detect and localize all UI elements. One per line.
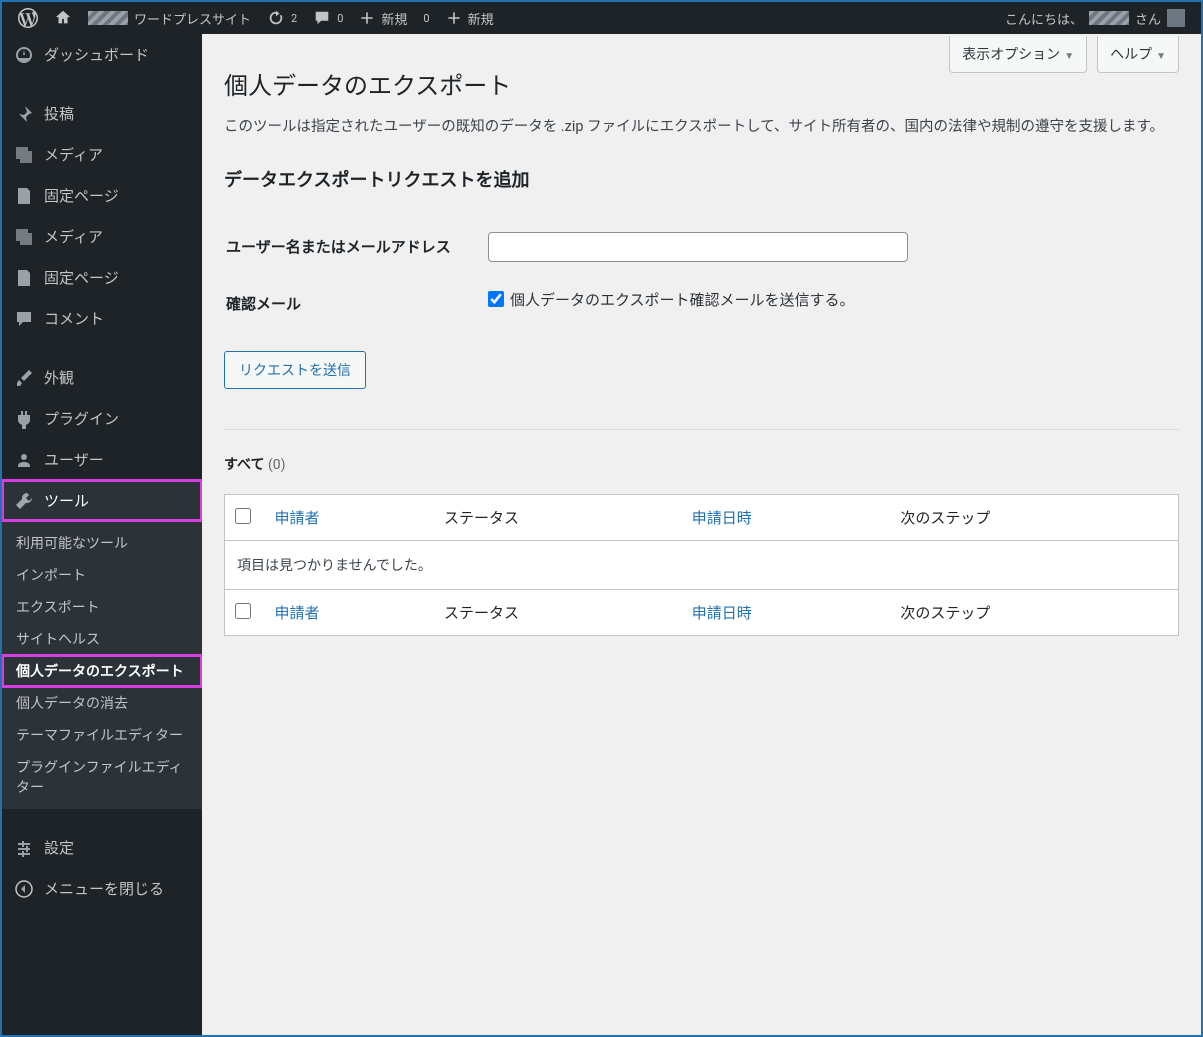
sub-site-health[interactable]: サイトヘルス (2, 623, 202, 655)
screen-options-button[interactable]: 表示オプション▼ (949, 36, 1087, 73)
col-date[interactable]: 申請日時 (682, 495, 891, 541)
comment-icon (14, 309, 34, 329)
sidebar-dashboard[interactable]: ダッシュボード (2, 34, 202, 75)
col-requester[interactable]: 申請者 (265, 495, 435, 541)
site-icon-placeholder (88, 11, 128, 25)
username-email-input[interactable] (488, 232, 908, 262)
sub-plugin-editor[interactable]: プラグインファイルエディター (2, 751, 202, 803)
requests-table: 申請者 ステータス 申請日時 次のステップ 項目は見つかりませんでした。 申請者… (224, 494, 1179, 636)
empty-row: 項目は見つかりませんでした。 (225, 541, 1179, 590)
sub-export[interactable]: エクスポート (2, 591, 202, 623)
col-requester-foot[interactable]: 申請者 (265, 590, 435, 636)
sub-export-personal-data[interactable]: 個人データのエクスポート (2, 655, 202, 687)
caret-down-icon: ▼ (1064, 51, 1074, 62)
col-next-step: 次のステップ (890, 495, 1178, 541)
avatar (1167, 9, 1185, 27)
collapse-icon (14, 879, 34, 899)
filter-all-count: (0) (268, 457, 286, 473)
sidebar-posts[interactable]: 投稿 (2, 93, 202, 134)
brush-icon (14, 368, 34, 388)
sidebar-tools-submenu: 利用可能なツール インポート エクスポート サイトヘルス 個人データのエクスポー… (2, 521, 202, 809)
col-status: ステータス (434, 495, 682, 541)
adminbar-account[interactable]: こんにちは、さん (997, 2, 1193, 34)
username-placeholder (1089, 11, 1129, 25)
sidebar-pages[interactable]: 固定ページ (2, 175, 202, 216)
admin-sidebar: ダッシュボード 投稿 メディア 固定ページ メディア 固定ページ コメント 外観… (2, 34, 202, 1035)
dashboard-icon (14, 45, 34, 65)
sidebar-appearance[interactable]: 外観 (2, 357, 202, 398)
sidebar-tools[interactable]: ツール (2, 480, 202, 521)
help-button[interactable]: ヘルプ▼ (1097, 36, 1179, 73)
confirm-label: 確認メール (226, 277, 486, 332)
sub-theme-editor[interactable]: テーマファイルエディター (2, 719, 202, 751)
select-all-top[interactable] (235, 508, 251, 524)
filter-all[interactable]: すべて (224, 457, 264, 473)
media-icon (14, 145, 34, 165)
wp-logo[interactable] (10, 2, 46, 34)
settings-icon (14, 838, 34, 858)
comment-icon (313, 9, 331, 27)
wordpress-icon (18, 8, 38, 28)
sub-available-tools[interactable]: 利用可能なツール (2, 527, 202, 559)
confirm-checkbox-label[interactable]: 個人データのエクスポート確認メールを送信する。 (488, 291, 855, 309)
section-title: データエクスポートリクエストを追加 (224, 166, 1179, 192)
users-icon (14, 450, 34, 470)
tools-icon (14, 491, 34, 511)
request-form: ユーザー名またはメールアドレス 確認メール 個人データのエクスポート確認メールを… (224, 218, 1179, 333)
username-label: ユーザー名またはメールアドレス (226, 220, 486, 275)
select-all-bottom[interactable] (235, 603, 251, 619)
admin-bar: ワードプレスサイト 2 0 新規 0 新規 こんにちは、さん (2, 2, 1201, 34)
submit-request-button[interactable]: リクエストを送信 (224, 351, 366, 389)
col-status-foot: ステータス (434, 590, 682, 636)
adminbar-new[interactable]: 新規 (351, 2, 415, 34)
sidebar-pages-2[interactable]: 固定ページ (2, 257, 202, 298)
sidebar-settings[interactable]: 設定 (2, 827, 202, 868)
sidebar-plugins[interactable]: プラグイン (2, 398, 202, 439)
plugin-icon (14, 409, 34, 429)
adminbar-site-name[interactable]: ワードプレスサイト (80, 2, 259, 34)
adminbar-comments[interactable]: 0 (305, 2, 351, 34)
screen-meta-links: 表示オプション▼ ヘルプ▼ (949, 36, 1179, 73)
home-icon (54, 9, 72, 27)
sidebar-media[interactable]: メディア (2, 134, 202, 175)
plus-icon (359, 10, 375, 26)
col-next-step-foot: 次のステップ (890, 590, 1178, 636)
adminbar-updates[interactable]: 2 (259, 2, 305, 34)
update-icon (267, 9, 285, 27)
filter-links: すべて (0) (224, 454, 1179, 474)
adminbar-new-count[interactable]: 0 (415, 2, 437, 34)
sidebar-users[interactable]: ユーザー (2, 439, 202, 480)
col-date-foot[interactable]: 申請日時 (682, 590, 891, 636)
sub-erase-personal-data[interactable]: 個人データの消去 (2, 687, 202, 719)
page-icon (14, 186, 34, 206)
main-content: 表示オプション▼ ヘルプ▼ 個人データのエクスポート このツールは指定されたユー… (202, 34, 1201, 1035)
plus-icon (446, 10, 462, 26)
confirm-checkbox[interactable] (488, 291, 504, 307)
pin-icon (14, 104, 34, 124)
media-icon (14, 227, 34, 247)
adminbar-home[interactable] (46, 2, 80, 34)
page-description: このツールは指定されたユーザーの既知のデータを .zip ファイルにエクスポート… (224, 115, 1179, 138)
sidebar-collapse[interactable]: メニューを閉じる (2, 868, 202, 909)
adminbar-new-2[interactable]: 新規 (438, 2, 502, 34)
sub-import[interactable]: インポート (2, 559, 202, 591)
page-icon (14, 268, 34, 288)
caret-down-icon: ▼ (1156, 51, 1166, 62)
divider (224, 429, 1179, 430)
sidebar-comments[interactable]: コメント (2, 298, 202, 339)
sidebar-media-2[interactable]: メディア (2, 216, 202, 257)
